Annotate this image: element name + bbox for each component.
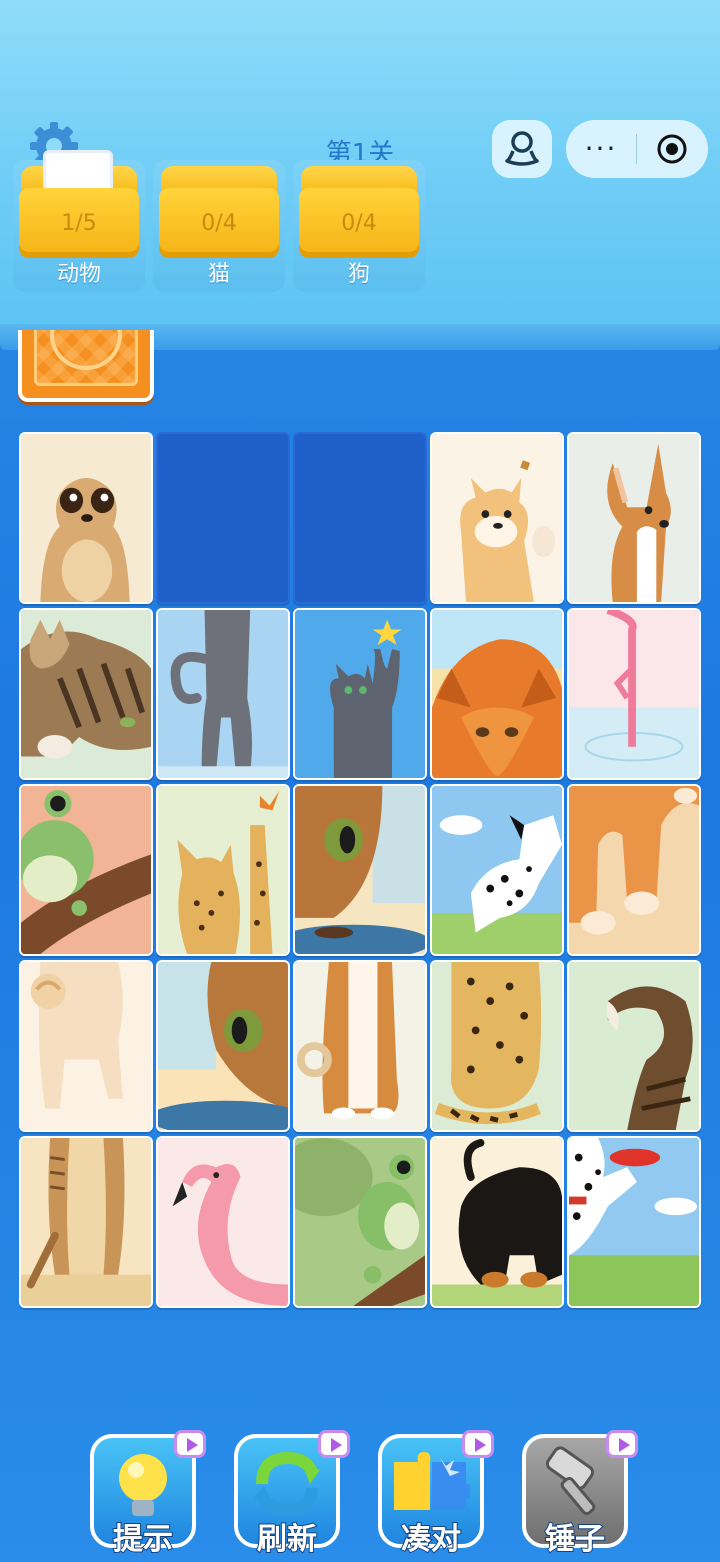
video-ad-icon — [606, 1430, 638, 1458]
profile-button[interactable] — [492, 120, 552, 178]
card-cat-eye-bowl-2[interactable] — [156, 960, 290, 1132]
card-orange-cat-paws[interactable] — [567, 784, 701, 956]
card-meerkat-face[interactable] — [19, 432, 153, 604]
card-empty-slot — [156, 432, 290, 604]
card-cat-eye-bowl[interactable] — [293, 784, 427, 956]
card-flamingo-head[interactable] — [156, 1136, 290, 1308]
folder-name: 猫 — [207, 262, 230, 287]
refresh-icon — [254, 1451, 320, 1517]
user-icon — [505, 131, 539, 166]
folder-name: 动物 — [56, 262, 101, 287]
folder-progress: 0/4 — [159, 188, 279, 258]
folder-name: 狗 — [347, 262, 370, 287]
refresh-label: 刷新 — [256, 1521, 318, 1558]
card-cheetah-sitting[interactable] — [430, 960, 564, 1132]
category-folder-animals[interactable]: 1/5 动物 — [13, 150, 145, 292]
card-rottweiler-play[interactable] — [430, 1136, 564, 1308]
card-serval-butterfly[interactable] — [156, 784, 290, 956]
card-gray-cat-legs[interactable] — [156, 608, 290, 780]
card-shiba-tail[interactable] — [19, 960, 153, 1132]
card-basenji-sitting[interactable] — [293, 960, 427, 1132]
card-shiba-puppy[interactable] — [430, 432, 564, 604]
hint-button[interactable]: 提示 — [90, 1430, 206, 1558]
puzzle-icon — [394, 1452, 470, 1510]
card-stack[interactable] — [18, 330, 154, 402]
card-frog-on-branch[interactable] — [19, 784, 153, 956]
top-header: 第1关 1/5 动物 0/4 猫 0/4 狗 ··· — [0, 0, 720, 350]
category-folder-dog[interactable]: 0/4 狗 — [293, 160, 425, 292]
hammer-icon — [545, 1446, 596, 1516]
hammer-label: 锤子 — [544, 1521, 606, 1558]
folder-progress: 0/4 — [299, 188, 419, 258]
hammer-button[interactable]: 锤子 — [522, 1430, 638, 1558]
refresh-button[interactable]: 刷新 — [234, 1430, 350, 1558]
card-gray-cat-star[interactable] — [293, 608, 427, 780]
category-folder-cat[interactable]: 0/4 猫 — [153, 160, 285, 292]
video-ad-icon — [174, 1430, 206, 1458]
match-label: 凑对 — [400, 1521, 462, 1558]
target-icon — [657, 134, 687, 164]
hint-label: 提示 — [112, 1521, 174, 1558]
card-dalmatian-frisbee[interactable] — [567, 1136, 701, 1308]
card-flamingo-legs[interactable] — [567, 608, 701, 780]
card-caracal-cat[interactable] — [430, 608, 564, 780]
card-frog-branch-2[interactable] — [293, 1136, 427, 1308]
match-button[interactable]: 凑对 — [378, 1430, 494, 1558]
card-empty-slot — [293, 432, 427, 604]
close-button[interactable] — [637, 133, 707, 165]
card-dalmatian-running[interactable] — [430, 784, 564, 956]
card-fluffy-tail[interactable] — [567, 960, 701, 1132]
more-button[interactable]: ··· — [566, 120, 636, 178]
card-basenji-dog[interactable] — [567, 432, 701, 604]
video-ad-icon — [318, 1430, 350, 1458]
card-meerkat-body[interactable] — [19, 1136, 153, 1308]
card-grid — [19, 432, 701, 1310]
video-ad-icon — [462, 1430, 494, 1458]
folder-progress: 1/5 — [19, 188, 139, 258]
mini-program-capsule: ··· — [566, 120, 708, 178]
card-tabby-cat-stretch[interactable] — [19, 608, 153, 780]
lightbulb-icon — [119, 1454, 167, 1516]
